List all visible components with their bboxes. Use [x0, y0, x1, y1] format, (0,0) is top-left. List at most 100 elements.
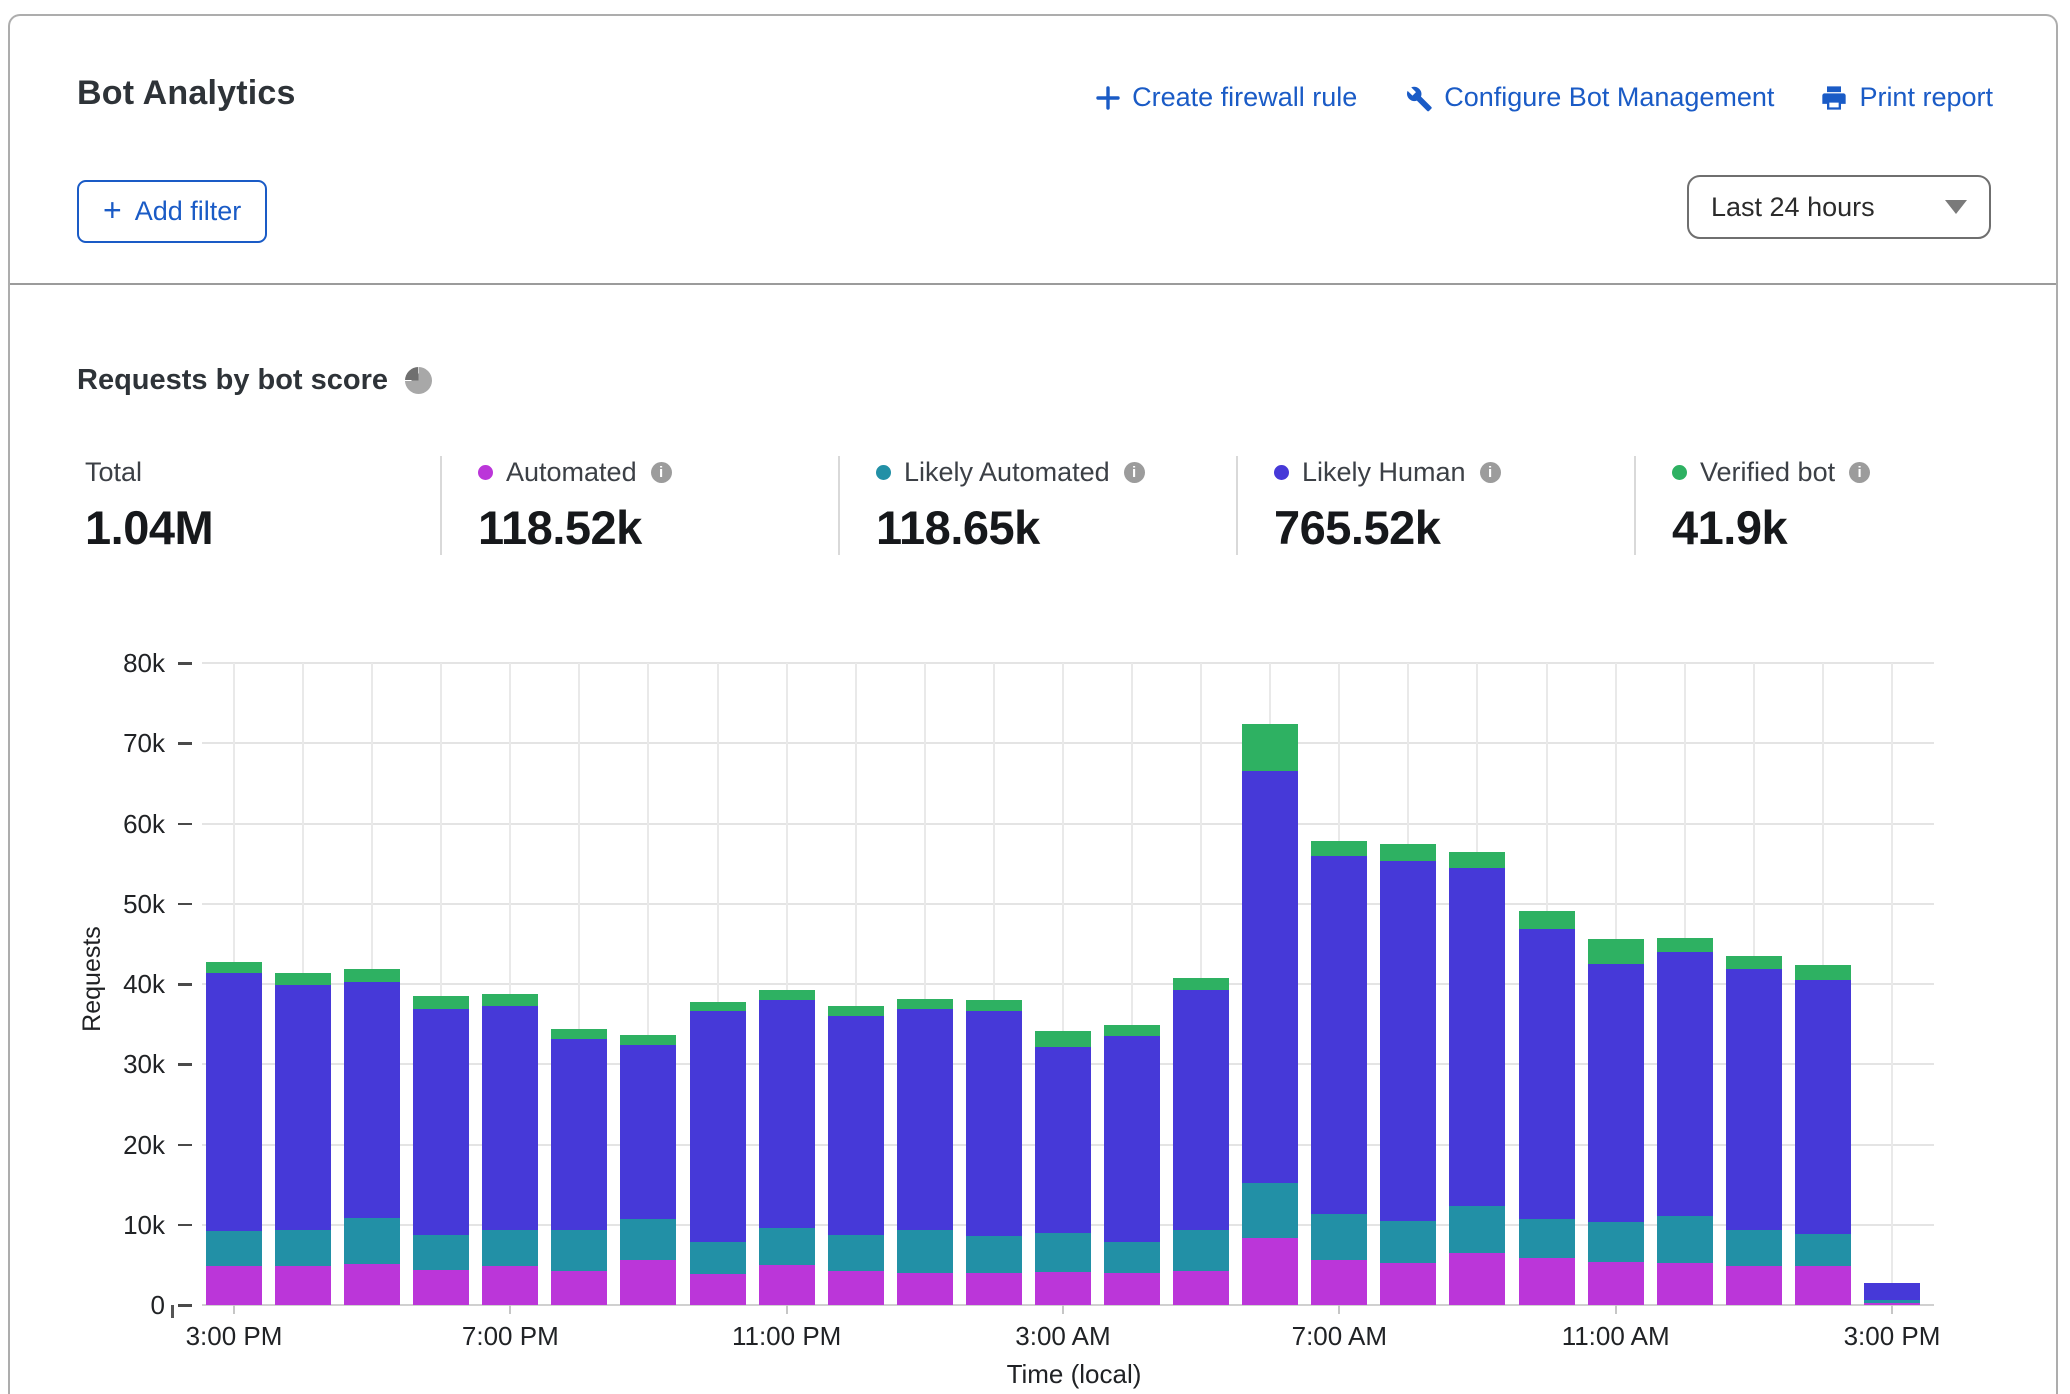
- header-actions: Create firewall rule Configure Bot Manag…: [1095, 82, 1993, 113]
- info-icon[interactable]: i: [651, 462, 672, 483]
- stacked-bar[interactable]: [1864, 1283, 1920, 1305]
- x-tick-label: 7:00 AM: [1249, 1321, 1429, 1352]
- x-tick-label: 3:00 PM: [1802, 1321, 1982, 1352]
- stacked-bar[interactable]: [1519, 911, 1575, 1305]
- h-gridline: [202, 823, 1934, 825]
- bar-segment-automated: [1242, 1238, 1298, 1305]
- bar-segment-likely-human: [1311, 856, 1367, 1213]
- info-icon[interactable]: i: [1480, 462, 1501, 483]
- bar-segment-verified-bot: [620, 1035, 676, 1045]
- stacked-bar[interactable]: [1449, 852, 1505, 1305]
- stacked-bar[interactable]: [1242, 724, 1298, 1305]
- stacked-bar[interactable]: [620, 1035, 676, 1305]
- bar-segment-automated: [1104, 1273, 1160, 1305]
- bar-segment-likely-human: [828, 1016, 884, 1235]
- stat-automated: Automated i 118.52k: [440, 456, 838, 555]
- bar-segment-likely-automated: [1173, 1230, 1229, 1272]
- stacked-bar[interactable]: [1657, 938, 1713, 1305]
- bar-segment-automated: [759, 1265, 815, 1305]
- x-axis-origin-tick: [171, 1305, 174, 1318]
- time-range-dropdown[interactable]: Last 24 hours: [1687, 175, 1991, 239]
- stacked-bar[interactable]: [897, 999, 953, 1305]
- legend-dot-likely-human: [1274, 465, 1289, 480]
- bar-segment-automated: [1726, 1266, 1782, 1305]
- stacked-bar[interactable]: [551, 1029, 607, 1305]
- stat-likely-human: Likely Human i 765.52k: [1236, 456, 1634, 555]
- stacked-bar[interactable]: [1173, 978, 1229, 1305]
- bar-segment-likely-human: [482, 1006, 538, 1229]
- stacked-bar[interactable]: [966, 1000, 1022, 1305]
- bar-segment-likely-human: [1864, 1283, 1920, 1301]
- bar-segment-likely-human: [1657, 952, 1713, 1216]
- stat-verified-bot: Verified bot i 41.9k: [1634, 456, 2032, 555]
- bar-segment-likely-automated: [551, 1230, 607, 1270]
- y-tick: [178, 1224, 192, 1227]
- section-title: Requests by bot score: [77, 364, 388, 397]
- create-firewall-rule-link[interactable]: Create firewall rule: [1095, 82, 1357, 113]
- bar-segment-automated: [1588, 1262, 1644, 1305]
- bar-segment-automated: [206, 1266, 262, 1305]
- stacked-bar[interactable]: [1035, 1031, 1091, 1305]
- stacked-bar[interactable]: [482, 994, 538, 1305]
- stacked-bar[interactable]: [275, 973, 331, 1305]
- x-tick: [509, 1305, 511, 1314]
- bar-segment-likely-automated: [206, 1231, 262, 1266]
- h-gridline: [202, 903, 1934, 905]
- info-icon[interactable]: i: [1124, 462, 1145, 483]
- y-tick: [178, 742, 192, 745]
- stacked-bar[interactable]: [1726, 956, 1782, 1305]
- stacked-bar[interactable]: [344, 969, 400, 1305]
- bar-segment-verified-bot: [1035, 1031, 1091, 1046]
- bot-analytics-card: Bot Analytics Create firewall rule Confi…: [8, 14, 2058, 1394]
- action-label: Print report: [1859, 82, 1993, 113]
- bar-segment-verified-bot: [551, 1029, 607, 1039]
- stacked-bar[interactable]: [1380, 844, 1436, 1305]
- bar-segment-verified-bot: [206, 962, 262, 972]
- bar-segment-likely-human: [413, 1009, 469, 1235]
- x-tick: [1338, 1305, 1340, 1314]
- stacked-bar[interactable]: [759, 990, 815, 1305]
- bar-segment-automated: [1311, 1260, 1367, 1305]
- bar-segment-likely-automated: [897, 1230, 953, 1273]
- info-icon[interactable]: i: [1849, 462, 1870, 483]
- y-tick: [178, 1144, 192, 1147]
- bar-segment-verified-bot: [1726, 956, 1782, 969]
- bar-segment-verified-bot: [690, 1002, 746, 1012]
- bar-segment-verified-bot: [413, 996, 469, 1009]
- bar-segment-likely-human: [966, 1011, 1022, 1237]
- y-tick-label: 50k: [77, 890, 165, 918]
- bar-segment-automated: [1035, 1272, 1091, 1305]
- y-tick: [178, 662, 192, 665]
- bar-segment-automated: [1657, 1263, 1713, 1305]
- bar-segment-automated: [690, 1274, 746, 1305]
- add-filter-label: Add filter: [135, 196, 242, 227]
- y-tick-label: 0: [77, 1291, 165, 1319]
- stacked-bar[interactable]: [413, 996, 469, 1305]
- x-tick-label: 3:00 AM: [973, 1321, 1153, 1352]
- stat-value: 118.65k: [876, 500, 1236, 555]
- x-tick-label: 11:00 AM: [1526, 1321, 1706, 1352]
- configure-bot-management-link[interactable]: Configure Bot Management: [1403, 82, 1774, 113]
- stacked-bar[interactable]: [690, 1002, 746, 1305]
- stacked-bar[interactable]: [1311, 841, 1367, 1305]
- bar-segment-likely-human: [620, 1045, 676, 1219]
- bar-segment-likely-human: [1242, 771, 1298, 1183]
- y-tick: [178, 1063, 192, 1066]
- h-gridline: [202, 662, 1934, 664]
- action-label: Configure Bot Management: [1444, 82, 1774, 113]
- bar-segment-automated: [828, 1271, 884, 1306]
- add-filter-button[interactable]: + Add filter: [77, 180, 267, 243]
- bar-segment-verified-bot: [759, 990, 815, 1000]
- time-range-value: Last 24 hours: [1711, 192, 1875, 223]
- y-tick-label: 80k: [77, 649, 165, 677]
- bar-segment-likely-human: [1519, 929, 1575, 1220]
- stacked-bar[interactable]: [206, 962, 262, 1305]
- stacked-bar[interactable]: [1104, 1025, 1160, 1305]
- bar-segment-likely-automated: [413, 1235, 469, 1270]
- stacked-bar[interactable]: [1795, 965, 1851, 1305]
- bar-segment-likely-automated: [344, 1218, 400, 1265]
- print-report-link[interactable]: Print report: [1820, 82, 1993, 113]
- bar-segment-likely-human: [897, 1009, 953, 1230]
- stacked-bar[interactable]: [828, 1006, 884, 1305]
- stacked-bar[interactable]: [1588, 939, 1644, 1305]
